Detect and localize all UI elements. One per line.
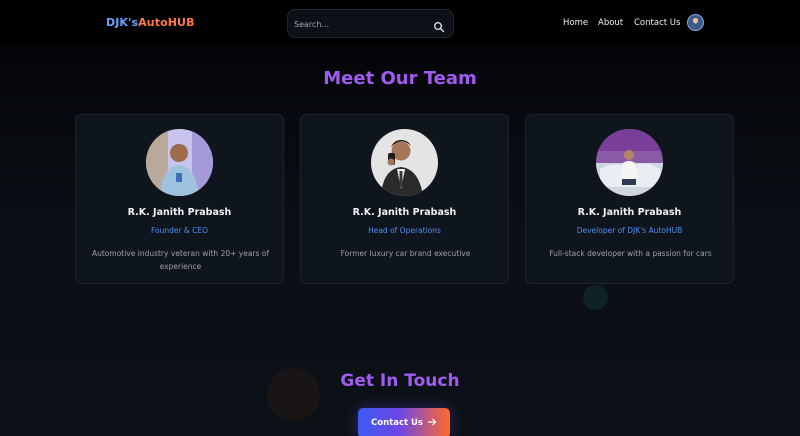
team-member-name: R.K. Janith Prabash (577, 207, 682, 218)
nav-link-home[interactable]: Home (563, 18, 588, 28)
search-icon[interactable] (433, 18, 445, 33)
team-card: R.K. Janith Prabash Developer of DJK's A… (525, 114, 734, 284)
search-bar (287, 9, 454, 38)
team-member-role: Head of Operations (368, 226, 441, 235)
contact-us-button[interactable]: Contact Us (358, 408, 450, 436)
team-member-description: Full-stack developer with a passion for … (549, 249, 712, 258)
brand-logo[interactable]: DJK'sAutoHUB (106, 16, 195, 29)
contact-section-title: Get In Touch (340, 371, 460, 391)
decorative-glow (583, 285, 608, 310)
team-card: R.K. Janith Prabash Head of Operations F… (300, 114, 509, 284)
team-member-photo (146, 129, 213, 196)
team-member-name: R.K. Janith Prabash (127, 207, 232, 218)
avatar-icon[interactable] (687, 14, 704, 31)
team-member-photo (596, 129, 663, 196)
nav-link-contact[interactable]: Contact Us (634, 18, 680, 28)
arrow-right-icon (427, 418, 437, 429)
team-member-name: R.K. Janith Prabash (352, 207, 457, 218)
team-member-role: Developer of DJK's AutoHUB (576, 226, 683, 235)
nav-link-about[interactable]: About (598, 18, 623, 28)
contact-us-button-label: Contact Us (371, 418, 423, 428)
search-input[interactable] (294, 16, 424, 32)
brand-part2: AutoHUB (138, 16, 195, 29)
team-section-title: Meet Our Team (323, 68, 477, 89)
team-card: R.K. Janith Prabash Founder & CEO Automo… (75, 114, 284, 284)
team-member-role: Founder & CEO (150, 226, 209, 235)
team-member-description: Automotive industry veteran with 20+ yea… (91, 249, 270, 271)
team-member-photo (371, 129, 438, 196)
team-member-description: Former luxury car brand executive (340, 249, 471, 258)
brand-part1: DJK's (106, 16, 139, 29)
navbar: DJK'sAutoHUB Home About Contact Us (0, 0, 800, 46)
